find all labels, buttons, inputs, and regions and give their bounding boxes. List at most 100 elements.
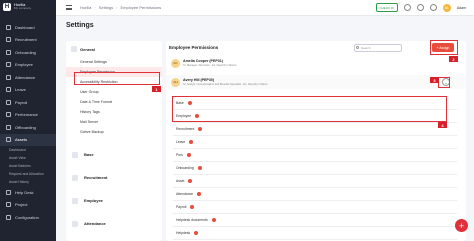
performance-icon bbox=[6, 112, 11, 118]
menu-general-settings[interactable]: General Settings bbox=[66, 57, 162, 67]
permission-row-helpdesk[interactable]: Helpdesk bbox=[173, 227, 457, 240]
count-badge bbox=[189, 139, 194, 144]
project-icon bbox=[6, 202, 11, 208]
subnav-asset-history[interactable]: Asset History bbox=[9, 178, 56, 186]
menu-date-time-format[interactable]: Date & Time Format bbox=[66, 97, 162, 107]
sidebar-item-project[interactable]: Project bbox=[0, 199, 56, 212]
subnav-asset-view[interactable]: Asset View bbox=[9, 154, 56, 162]
section-employee[interactable]: Employee bbox=[66, 195, 162, 206]
search-input[interactable]: Search bbox=[354, 44, 402, 52]
sidebar-item-label: Assets bbox=[15, 137, 28, 143]
sidebar-item-onboarding[interactable]: Onboarding bbox=[0, 46, 56, 59]
section-title: General bbox=[80, 46, 95, 52]
floating-add-button[interactable]: + bbox=[455, 219, 468, 232]
company-name: My company bbox=[14, 6, 32, 10]
section-title: Recruitment bbox=[84, 175, 108, 180]
notification-icon[interactable] bbox=[403, 4, 411, 11]
subnav-request-allocation[interactable]: Request and Allocation bbox=[9, 170, 56, 178]
breadcrumb-home[interactable]: Horilla bbox=[80, 5, 91, 10]
settings-panel: General General Settings Employee Permis… bbox=[66, 41, 162, 241]
permission-label: Payroll bbox=[176, 204, 187, 209]
sidebar-item-dashboard[interactable]: Dashboard bbox=[0, 21, 56, 34]
breadcrumb-current: Employee Permissions bbox=[120, 5, 162, 10]
count-badge bbox=[197, 191, 202, 196]
permission-row-asset[interactable]: Asset bbox=[173, 175, 457, 188]
check-in-button[interactable]: CHECK IN bbox=[375, 3, 398, 12]
sidebar-item-label: Configuration bbox=[15, 214, 39, 220]
employee-icon bbox=[72, 197, 78, 204]
sidebar-item-employee[interactable]: Employee bbox=[0, 59, 56, 72]
search-icon bbox=[356, 46, 359, 49]
user-name[interactable]: Adam bbox=[457, 6, 466, 10]
settings-icon[interactable] bbox=[416, 4, 424, 11]
employee-icon bbox=[6, 62, 11, 68]
hamburger-menu-icon[interactable] bbox=[66, 5, 72, 10]
count-badge bbox=[197, 165, 202, 170]
permission-label: Asset bbox=[176, 178, 185, 183]
employee-row-expanded[interactable]: AH Avery Hill (PEP30) Sr. Analyst / Comp… bbox=[166, 75, 466, 89]
attendance-icon bbox=[72, 220, 78, 227]
section-recruitment[interactable]: Recruitment bbox=[66, 172, 162, 183]
section-title: Attendance bbox=[84, 221, 106, 226]
annotation-box-3 bbox=[438, 77, 450, 88]
permission-row-pms[interactable]: Pms bbox=[173, 149, 457, 162]
section-base[interactable]: Base bbox=[66, 149, 162, 160]
general-icon bbox=[71, 46, 77, 52]
avatar[interactable]: AL bbox=[442, 3, 451, 12]
menu-gdrive-backup[interactable]: Gdrive Backup bbox=[66, 127, 162, 137]
annotation-box-2 bbox=[430, 40, 458, 55]
employee-row[interactable]: AC Amelia Cooper (PEP31) Sr. Manager / R… bbox=[166, 56, 466, 70]
sidebar-item-offboarding[interactable]: Offboarding bbox=[0, 121, 56, 134]
section-attendance[interactable]: Attendance bbox=[66, 218, 162, 229]
help-desk-icon bbox=[6, 189, 11, 195]
sidebar-item-recruitment[interactable]: Recruitment bbox=[0, 34, 56, 47]
employee-position: Sr. Manager / Recruiter - Ex: Days(3) in… bbox=[183, 63, 237, 67]
permission-label: Helpdesk bbox=[176, 230, 191, 235]
annotation-label-1: 1 bbox=[152, 86, 161, 92]
attendance-icon bbox=[6, 74, 11, 80]
sidebar-item-label: Leave bbox=[15, 87, 26, 93]
annotation-label-4: 4 bbox=[438, 122, 447, 128]
recruitment-icon bbox=[6, 37, 11, 43]
annotation-box-4 bbox=[172, 96, 447, 122]
count-badge bbox=[211, 217, 216, 222]
count-badge bbox=[194, 230, 199, 235]
page-title: Settings bbox=[66, 22, 94, 29]
sidebar-item-performance[interactable]: Performance bbox=[0, 109, 56, 122]
breadcrumb-settings[interactable]: Settings bbox=[99, 5, 113, 10]
section-title: Base bbox=[84, 152, 94, 157]
logo: H bbox=[3, 2, 11, 11]
brand[interactable]: H Horilla My company bbox=[0, 0, 56, 13]
topbar: Horilla › Settings › Employee Permission… bbox=[56, 0, 474, 16]
menu-user-group[interactable]: User Group bbox=[66, 87, 162, 97]
sidebar-item-label: Project bbox=[15, 202, 28, 208]
subnav-dashboard[interactable]: Dashboard bbox=[9, 146, 56, 154]
sidebar-item-payroll[interactable]: Payroll bbox=[0, 96, 56, 109]
onboarding-icon bbox=[6, 49, 11, 55]
sidebar-item-attendance[interactable]: Attendance bbox=[0, 71, 56, 84]
permission-row-leave[interactable]: Leave bbox=[173, 136, 457, 149]
payroll-icon bbox=[6, 99, 11, 105]
sidebar-item-label: Dashboard bbox=[15, 24, 35, 30]
dashboard-icon bbox=[6, 24, 11, 30]
menu-mail-server[interactable]: Mail Server bbox=[66, 117, 162, 127]
sidebar-item-leave[interactable]: Leave bbox=[0, 84, 56, 97]
sidebar: H Horilla My company Dashboard Recruitme… bbox=[0, 0, 56, 241]
sidebar-item-label: Performance bbox=[15, 112, 38, 118]
permission-row-recruitment[interactable]: Recruitment bbox=[173, 123, 457, 136]
permission-row-helpdesk-documents[interactable]: Helpdesk documents bbox=[173, 214, 457, 227]
sidebar-item-assets[interactable]: Assets bbox=[0, 133, 56, 146]
permission-row-payroll[interactable]: Payroll bbox=[173, 201, 457, 214]
sidebar-item-configuration[interactable]: Configuration bbox=[0, 211, 56, 224]
permission-label: Attendance bbox=[176, 191, 194, 196]
breadcrumb: Horilla › Settings › Employee Permission… bbox=[80, 5, 161, 10]
permission-row-attendance[interactable]: Attendance bbox=[173, 188, 457, 201]
annotation-label-2: 2 bbox=[449, 56, 458, 62]
sidebar-item-help-desk[interactable]: Help Desk bbox=[0, 186, 56, 199]
avatar: AH bbox=[171, 77, 180, 87]
section-general[interactable]: General bbox=[66, 41, 162, 57]
permission-row-onboarding[interactable]: Onboarding bbox=[173, 162, 457, 175]
menu-history-tags[interactable]: History Tags bbox=[66, 107, 162, 117]
subnav-asset-batches[interactable]: Asset Batches bbox=[9, 162, 56, 170]
language-icon[interactable] bbox=[429, 4, 437, 11]
